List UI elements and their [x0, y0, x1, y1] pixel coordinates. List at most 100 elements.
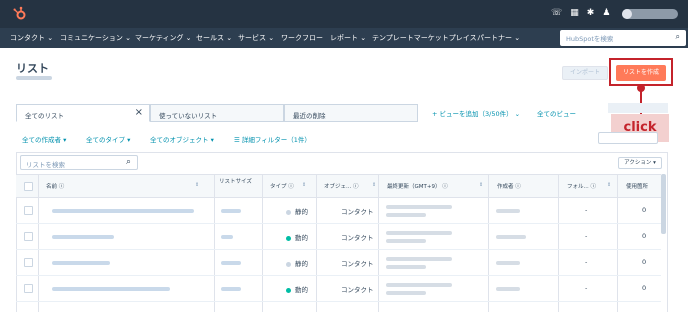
list-name-link[interactable] [52, 235, 114, 239]
list-name-link[interactable] [52, 287, 170, 291]
filter-icon: ☰ [234, 136, 240, 144]
table-scrollbar[interactable] [661, 174, 666, 234]
sort-icon[interactable]: ⇕ [195, 182, 199, 188]
usage-cell: 0 [642, 284, 647, 292]
object-cell: コンタクト [341, 286, 374, 294]
nav-item-template-marketplace[interactable]: テンプレートマーケットプレイス [372, 33, 477, 43]
nav-item-sales[interactable]: セールス ⌄ [196, 33, 232, 43]
global-search-input[interactable]: HubSpotを検索 ⌕ [560, 30, 686, 46]
top-bar: ☏ ▦ ✱ ♟ [0, 0, 688, 28]
sort-icon[interactable]: ⇕ [479, 182, 483, 188]
list-size[interactable] [221, 287, 241, 291]
nav-item-partner[interactable]: パートナー ⌄ [477, 33, 520, 43]
hubspot-logo-icon[interactable] [12, 6, 28, 22]
row-checkbox[interactable] [24, 258, 33, 267]
search-icon: ⌕ [125, 157, 131, 167]
updated-time [386, 213, 426, 217]
list-size[interactable] [221, 261, 241, 265]
highlight-box [609, 58, 673, 86]
tab-all-lists[interactable]: 全てのリスト × [16, 104, 150, 122]
notifications-icon[interactable]: ♟ [602, 8, 610, 18]
nav-item-reports[interactable]: レポート ⌄ [330, 33, 366, 43]
row-checkbox[interactable] [24, 206, 33, 215]
nav-item-communication[interactable]: コミュニケーション ⌄ [60, 33, 131, 43]
annotation-dot [637, 84, 645, 92]
table-row[interactable]: 静的 コンタクト - 0 [16, 198, 661, 224]
page-title: リスト [16, 62, 49, 75]
creator-name [496, 287, 520, 291]
sort-icon[interactable]: ⇕ [372, 182, 376, 188]
filter-creator[interactable]: 全ての作成者 ▾ [22, 134, 66, 144]
object-cell: コンタクト [341, 234, 374, 242]
creator-name [496, 235, 526, 239]
close-icon[interactable]: × [135, 107, 143, 118]
status-dot [286, 261, 291, 267]
header-folder[interactable]: フォル... ⓘ [567, 182, 596, 190]
object-cell: コンタクト [341, 208, 374, 216]
all-views-link[interactable]: 全てのビュー [537, 108, 576, 118]
table-header: 名前 ⓘ ⇕ リストサイズ タイプ ⓘ ⇕ オブジェ... ⓘ ⇕ 最終更新（G… [16, 174, 661, 198]
updated-date [386, 205, 452, 209]
folder-cell: - [585, 284, 588, 292]
tab-overflow [608, 103, 668, 113]
nav-item-marketing[interactable]: マーケティング ⌄ [135, 33, 192, 43]
type-cell: 動的 [286, 284, 308, 294]
status-dot [286, 287, 291, 293]
type-cell: 静的 [286, 206, 308, 216]
updated-time [386, 291, 426, 295]
account-menu[interactable] [622, 9, 678, 19]
phone-icon[interactable]: ☏ [551, 8, 562, 18]
updated-time [386, 265, 426, 269]
table-row[interactable]: 動的 コンタクト - 0 [16, 276, 661, 302]
header-last-updated[interactable]: 最終更新（GMT+9） ⓘ [387, 182, 448, 190]
nav-item-contacts[interactable]: コンタクト ⌄ [10, 33, 53, 43]
advanced-filters[interactable]: ☰ 詳細フィルター（1件） [234, 134, 311, 144]
table-row[interactable]: 静的 コンタクト - 0 [16, 250, 661, 276]
status-dot [286, 209, 291, 215]
list-name-link[interactable] [52, 261, 110, 265]
folder-cell: - [585, 232, 588, 240]
select-all-checkbox[interactable] [24, 182, 33, 191]
sort-icon[interactable]: ⇕ [607, 182, 611, 188]
tab-recently-deleted[interactable]: 最近の削除 [284, 104, 418, 122]
folder-cell: - [585, 206, 588, 214]
nav-item-service[interactable]: サービス ⌄ [238, 33, 274, 43]
header-name[interactable]: 名前 ⓘ [46, 182, 64, 190]
search-icon: ⌕ [675, 32, 680, 41]
add-view-button[interactable]: + ビューを追加（3/50件） ⌄ [432, 108, 520, 118]
header-creator[interactable]: 作成者 ⓘ [497, 182, 521, 190]
updated-date [386, 257, 452, 261]
row-checkbox[interactable] [24, 284, 33, 293]
page-subtitle [16, 76, 52, 80]
object-cell: コンタクト [341, 260, 374, 268]
folder-cell: - [585, 258, 588, 266]
list-size[interactable] [221, 235, 233, 239]
updated-date [386, 283, 452, 287]
list-size[interactable] [221, 209, 241, 213]
filter-object[interactable]: 全てのオブジェクト ▾ [150, 134, 214, 144]
header-object[interactable]: オブジェ... ⓘ [324, 182, 359, 190]
tab-unused-lists[interactable]: 使っていないリスト [150, 104, 284, 122]
type-cell: 動的 [286, 232, 308, 242]
creator-name [496, 209, 520, 213]
settings-icon[interactable]: ✱ [587, 8, 595, 18]
updated-time [386, 239, 426, 243]
table-row[interactable]: 動的 コンタクト - 0 [16, 224, 661, 250]
header-type[interactable]: タイプ ⓘ [270, 182, 294, 190]
header-size[interactable]: リストサイズ [219, 178, 253, 186]
nav-item-workflows[interactable]: ワークフロー [281, 33, 323, 43]
filter-type[interactable]: 全てのタイプ ▾ [86, 134, 130, 144]
usage-cell: 0 [642, 232, 647, 240]
export-button[interactable] [598, 132, 658, 144]
actions-dropdown[interactable]: アクション ▾ [618, 157, 662, 169]
status-dot [286, 235, 291, 241]
header-usage[interactable]: 使用箇所 [626, 182, 648, 190]
list-name-link[interactable] [52, 209, 194, 213]
sort-icon[interactable]: ⇕ [302, 182, 306, 188]
marketplace-icon[interactable]: ▦ [570, 8, 579, 18]
usage-cell: 0 [642, 258, 647, 266]
row-checkbox[interactable] [24, 232, 33, 241]
avatar [622, 9, 632, 19]
list-search-input[interactable]: リストを検索 ⌕ [20, 155, 138, 170]
import-button[interactable]: インポート [562, 66, 608, 80]
